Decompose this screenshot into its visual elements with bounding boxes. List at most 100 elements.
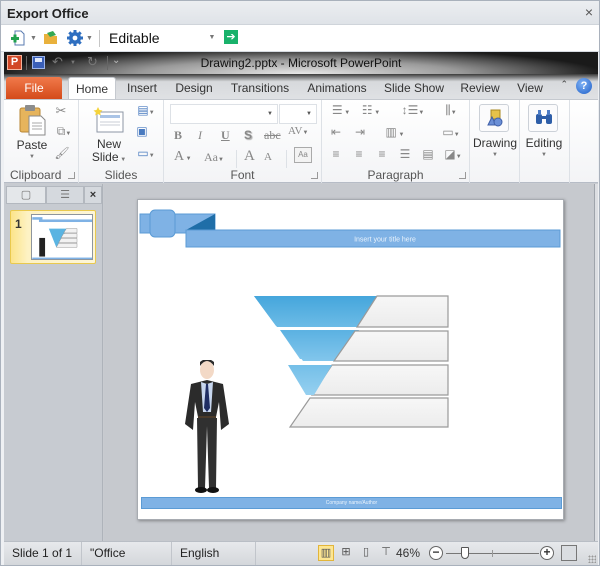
- zoom-slider-midpoint: [492, 550, 493, 557]
- resize-grip[interactable]: [588, 555, 596, 563]
- format-painter-icon[interactable]: 🖌: [54, 146, 70, 160]
- shadow-button[interactable]: S: [244, 128, 252, 142]
- layout-icon[interactable]: ▤▼: [134, 103, 158, 117]
- numbering-button[interactable]: ☷ ▼: [358, 103, 384, 117]
- section-icon[interactable]: ▭▼: [134, 146, 158, 160]
- editing-label: Editing: [525, 136, 563, 150]
- zoom-slider-thumb[interactable]: [460, 547, 469, 559]
- normal-view-icon[interactable]: ▥: [318, 545, 334, 561]
- export-toolbar: ▼ ▼ Editable Object ▼ ➔: [1, 25, 599, 66]
- font-launcher-icon[interactable]: [311, 172, 318, 179]
- tab-animations[interactable]: Animations: [302, 77, 372, 99]
- cut-icon[interactable]: ✂: [54, 103, 68, 119]
- underline-button[interactable]: U: [221, 128, 230, 143]
- zoom-level[interactable]: 46%: [396, 542, 420, 565]
- drawing-button[interactable]: [479, 104, 509, 132]
- decrease-indent-icon[interactable]: ⇤: [328, 125, 344, 139]
- font-size-combo[interactable]: ▼: [279, 104, 317, 124]
- italic-button[interactable]: I: [198, 128, 202, 143]
- open-button[interactable]: [43, 29, 59, 47]
- new-slide-icon: [93, 107, 124, 133]
- tab-file[interactable]: File: [6, 77, 62, 99]
- fit-slide-to-window-icon[interactable]: [561, 545, 577, 561]
- align-right-icon[interactable]: ≡: [374, 147, 390, 161]
- font-color-label: A: [174, 149, 185, 164]
- tab-slides[interactable]: ▢: [6, 186, 46, 204]
- vertical-scrollbar[interactable]: [594, 184, 598, 541]
- zoom-out-button[interactable]: −: [429, 546, 443, 560]
- tab-insert[interactable]: Insert: [120, 77, 164, 99]
- tab-review[interactable]: Review: [456, 77, 504, 99]
- copy-icon[interactable]: ⧉▼: [54, 124, 74, 139]
- bold-button[interactable]: B: [174, 128, 182, 143]
- columns-button[interactable]: ▥ ▼: [382, 125, 408, 139]
- change-case-button[interactable]: Aa▼: [204, 150, 224, 165]
- font-name-combo[interactable]: ▼: [170, 104, 278, 124]
- bullets-button[interactable]: ☰ ▼: [328, 103, 354, 117]
- align-left-icon[interactable]: ≡: [328, 147, 344, 161]
- funnel-segment-3[interactable]: [288, 365, 332, 395]
- export-go-button[interactable]: ➔: [224, 30, 238, 44]
- clipboard-launcher-icon[interactable]: [68, 172, 75, 179]
- slide-number: 1: [15, 217, 22, 231]
- settings-button[interactable]: ▼: [67, 29, 93, 47]
- tab-home[interactable]: Home: [68, 77, 116, 99]
- align-text-button[interactable]: ▭▼: [438, 125, 464, 139]
- grow-font-button[interactable]: A: [244, 148, 255, 165]
- text-direction-button[interactable]: ⫼▼: [438, 103, 464, 118]
- reading-view-icon[interactable]: ▯: [358, 545, 374, 561]
- tab-design[interactable]: Design: [170, 77, 218, 99]
- smartart-button[interactable]: ◪▼: [440, 147, 466, 161]
- businessman-figure[interactable]: [177, 360, 237, 494]
- tab-slide-show[interactable]: Slide Show: [382, 77, 446, 99]
- slide-thumbnail-1[interactable]: 1: [10, 210, 96, 264]
- theme-status[interactable]: "Office Theme": [82, 542, 172, 565]
- shrink-font-button[interactable]: A: [264, 151, 272, 163]
- new-slide-label-line1: New: [96, 137, 121, 151]
- slides-pane-close-icon[interactable]: ×: [84, 186, 102, 204]
- slide-count-status: Slide 1 of 1: [4, 542, 82, 565]
- export-mode-dropdown-icon[interactable]: ▼: [205, 29, 219, 47]
- paragraph-launcher-icon[interactable]: [459, 172, 466, 179]
- tab-view[interactable]: View: [512, 77, 548, 99]
- slide-thumbnail-image: [31, 214, 93, 260]
- collapse-ribbon-icon[interactable]: ⌃: [560, 79, 568, 90]
- pane-title: Export Office: [7, 6, 89, 21]
- footer-placeholder[interactable]: Company name/Author: [141, 497, 562, 509]
- reset-slide-icon[interactable]: ▣: [134, 124, 150, 138]
- binoculars-icon: [536, 110, 552, 124]
- line-spacing-button[interactable]: ↕☰▼: [400, 103, 426, 117]
- character-spacing-button[interactable]: AV▼: [288, 125, 308, 137]
- slide-canvas[interactable]: Insert your title here Company name/Auth…: [137, 199, 564, 520]
- group-slides: New Slide ▼ ▤▼ ▣ ▭▼ Slides: [79, 100, 164, 183]
- slide-sorter-view-icon[interactable]: ⊞: [338, 545, 354, 561]
- tab-outline[interactable]: ☰: [46, 186, 84, 204]
- new-slide-label: New Slide ▼: [91, 138, 127, 167]
- chevron-down-icon: ▼: [267, 111, 273, 117]
- strikethrough-button[interactable]: abc: [264, 128, 281, 143]
- slide-show-view-icon[interactable]: ⊤: [378, 545, 394, 561]
- slides-label: Slides: [104, 168, 138, 182]
- group-drawing[interactable]: Drawing ▼: [470, 100, 520, 183]
- language-status[interactable]: English (U.S.): [172, 542, 256, 565]
- drawing-label: Drawing: [472, 136, 517, 150]
- chevron-down-icon: ▼: [30, 34, 37, 42]
- paste-button[interactable]: Paste ▼: [14, 104, 50, 162]
- group-editing[interactable]: Editing ▼: [520, 100, 570, 183]
- increase-indent-icon[interactable]: ⇥: [352, 125, 368, 139]
- zoom-in-button[interactable]: +: [540, 546, 554, 560]
- align-center-icon[interactable]: ≡: [351, 147, 367, 161]
- justify-icon[interactable]: ☰: [397, 147, 413, 161]
- new-document-button[interactable]: ▼: [11, 29, 37, 47]
- pane-close-icon[interactable]: ×: [585, 4, 593, 20]
- editing-button[interactable]: [528, 104, 558, 132]
- pane-title-bar: Export Office ×: [1, 1, 599, 25]
- export-mode-select[interactable]: Editable Object: [105, 28, 203, 66]
- help-icon[interactable]: ?: [576, 78, 592, 94]
- font-color-button[interactable]: A ▼: [174, 149, 192, 165]
- distributed-icon[interactable]: ▤: [420, 147, 436, 161]
- clear-formatting-icon[interactable]: Aa: [294, 147, 312, 163]
- new-slide-button[interactable]: New Slide ▼: [91, 104, 127, 164]
- status-bar: Slide 1 of 1 "Office Theme" English (U.S…: [4, 541, 598, 565]
- tab-transitions[interactable]: Transitions: [226, 77, 294, 99]
